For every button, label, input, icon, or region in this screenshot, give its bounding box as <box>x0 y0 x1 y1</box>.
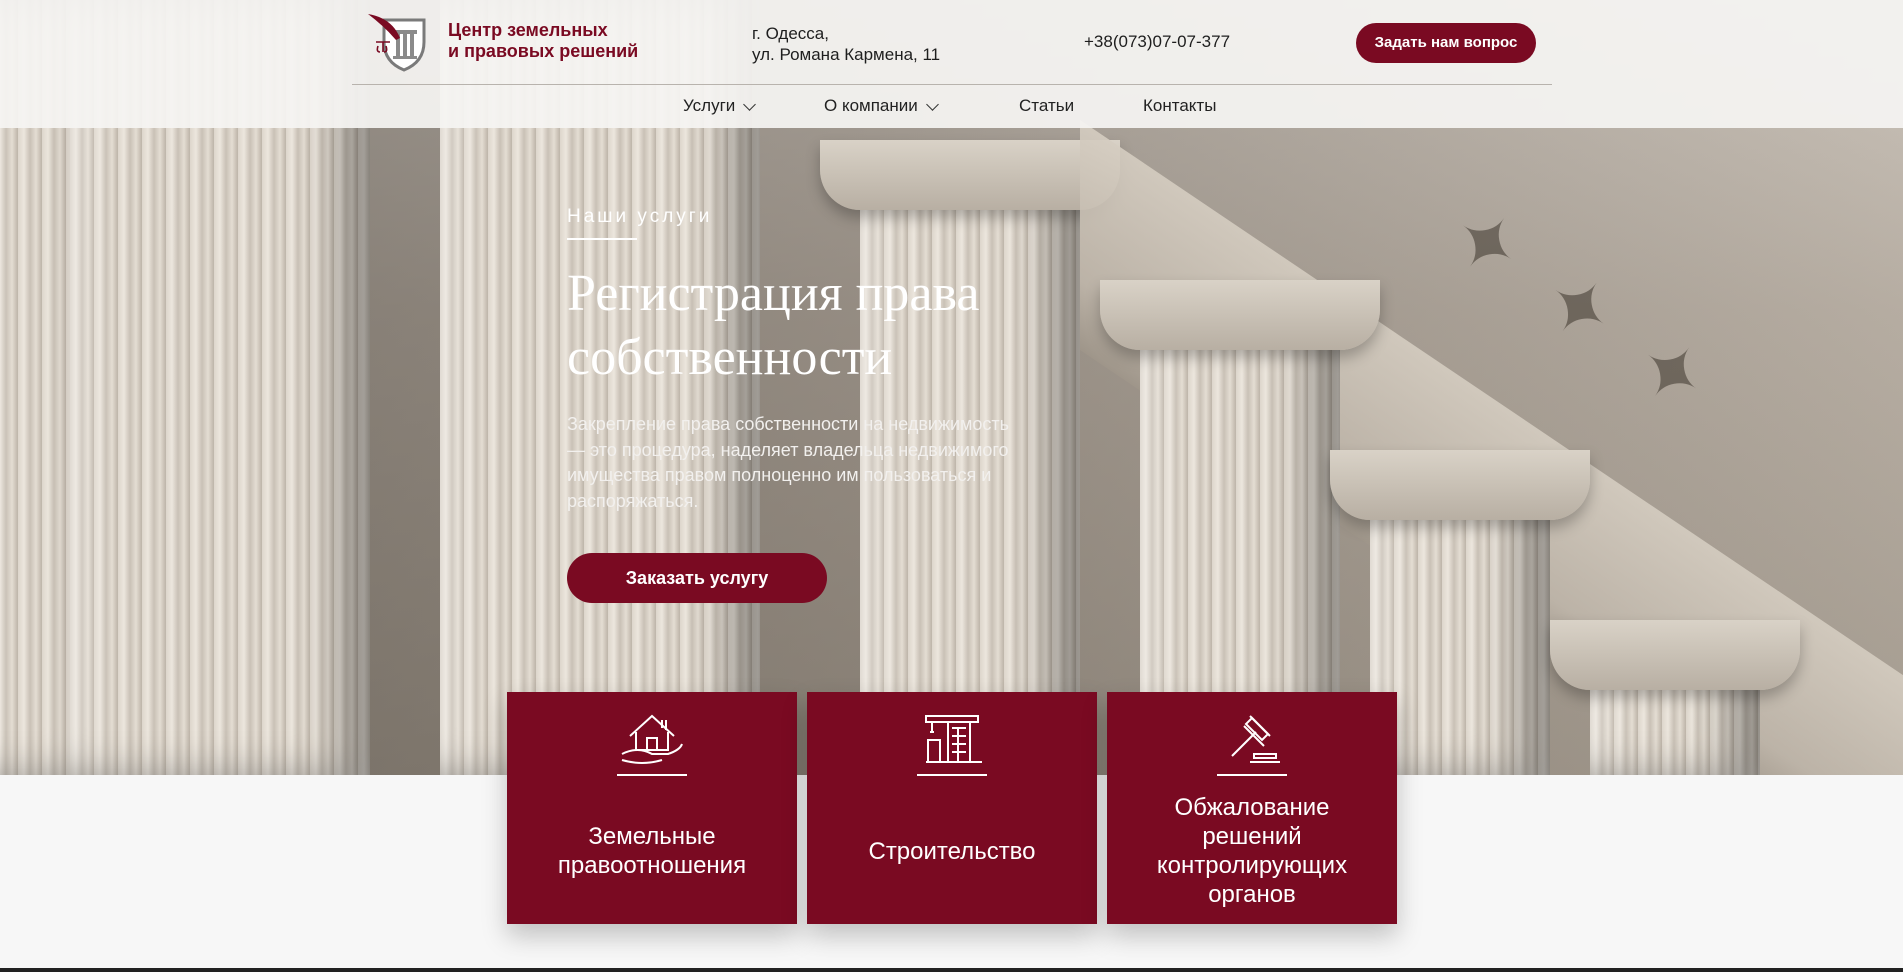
card-divider <box>917 774 987 776</box>
nav-item-label: Контакты <box>1143 96 1217 115</box>
nav-item-label: О компании <box>824 96 918 115</box>
service-card-construction[interactable]: Строительство <box>807 692 1097 924</box>
card-divider <box>617 774 687 776</box>
hero-title: Регистрация права собственности <box>567 262 1167 390</box>
hero-eyebrow: Наши услуги <box>567 206 713 227</box>
page: ✦ ✦ ✦ Центр земельных и правовых решений… <box>0 0 1903 972</box>
nav-item-about[interactable]: О компании <box>824 96 939 116</box>
service-card-land[interactable]: Земельные правоотношения <box>507 692 797 924</box>
card-title-line: Земельные <box>588 823 716 850</box>
hero-description: Закрепление права собственности на недви… <box>567 412 1087 514</box>
hero-text-line: Закрепление права собственности на недви… <box>567 414 1010 434</box>
card-title-line: правоотношения <box>557 852 747 879</box>
phone-link[interactable]: +38(073)07-07-377 <box>1084 32 1230 52</box>
card-title-line: контролирующих <box>1156 852 1348 879</box>
main-nav: Услуги О компании Статьи Контакты <box>352 96 1552 120</box>
gavel-icon <box>1218 710 1286 766</box>
eyebrow-underline <box>567 238 637 240</box>
column-right-3 <box>1550 620 1800 775</box>
construction-crane-icon <box>918 710 986 766</box>
chevron-down-icon <box>743 97 757 111</box>
address-line-1: г. Одесса, <box>752 24 829 43</box>
site-header: Центр земельных и правовых решений г. Од… <box>0 0 1903 128</box>
address: г. Одесса, ул. Романа Кармена, 11 <box>752 23 940 65</box>
card-divider <box>1217 774 1287 776</box>
service-card-title: Строительство <box>807 788 1097 914</box>
nav-item-contacts[interactable]: Контакты <box>1143 96 1216 116</box>
service-card-appeal[interactable]: Обжалование решений контролирующих орган… <box>1107 692 1397 924</box>
hero-title-line: Регистрация права <box>567 265 980 322</box>
header-inner: Центр земельных и правовых решений г. Од… <box>352 0 1552 128</box>
card-title-line: решений <box>1202 823 1302 850</box>
hero-title-line: собственности <box>567 329 893 386</box>
card-title-line: Обжалование <box>1174 794 1330 821</box>
logo-line-1: Центр земельных <box>448 20 608 40</box>
nav-item-articles[interactable]: Статьи <box>1019 96 1074 116</box>
house-hand-icon <box>618 710 686 766</box>
ask-question-button[interactable]: Задать нам вопрос <box>1356 23 1536 63</box>
card-title-line: Строительство <box>868 837 1036 865</box>
order-service-button[interactable]: Заказать услугу <box>567 553 827 603</box>
service-card-title: Обжалование решений контролирующих орган… <box>1107 788 1397 914</box>
nav-item-label: Услуги <box>683 96 736 115</box>
nav-item-label: Статьи <box>1019 96 1075 115</box>
nav-item-services[interactable]: Услуги <box>683 96 757 116</box>
address-line-2: ул. Романа Кармена, 11 <box>752 45 941 64</box>
bottom-edge <box>0 968 1903 972</box>
hero-text-line: имущества правом полноценно им пользоват… <box>567 465 992 485</box>
hero-text-line: распоряжаться. <box>567 490 699 511</box>
card-title-line: органов <box>1208 881 1296 908</box>
column-right-2 <box>1330 450 1590 775</box>
logo-line-2: и правовых решений <box>448 41 639 61</box>
logo-emblem-icon[interactable] <box>366 12 432 72</box>
chevron-down-icon <box>925 97 939 111</box>
header-divider <box>352 84 1552 85</box>
service-card-title: Земельные правоотношения <box>507 788 797 914</box>
hero-text-line: — это процедура, наделяет владельца недв… <box>567 439 1009 460</box>
logo-text[interactable]: Центр земельных и правовых решений <box>448 20 638 62</box>
